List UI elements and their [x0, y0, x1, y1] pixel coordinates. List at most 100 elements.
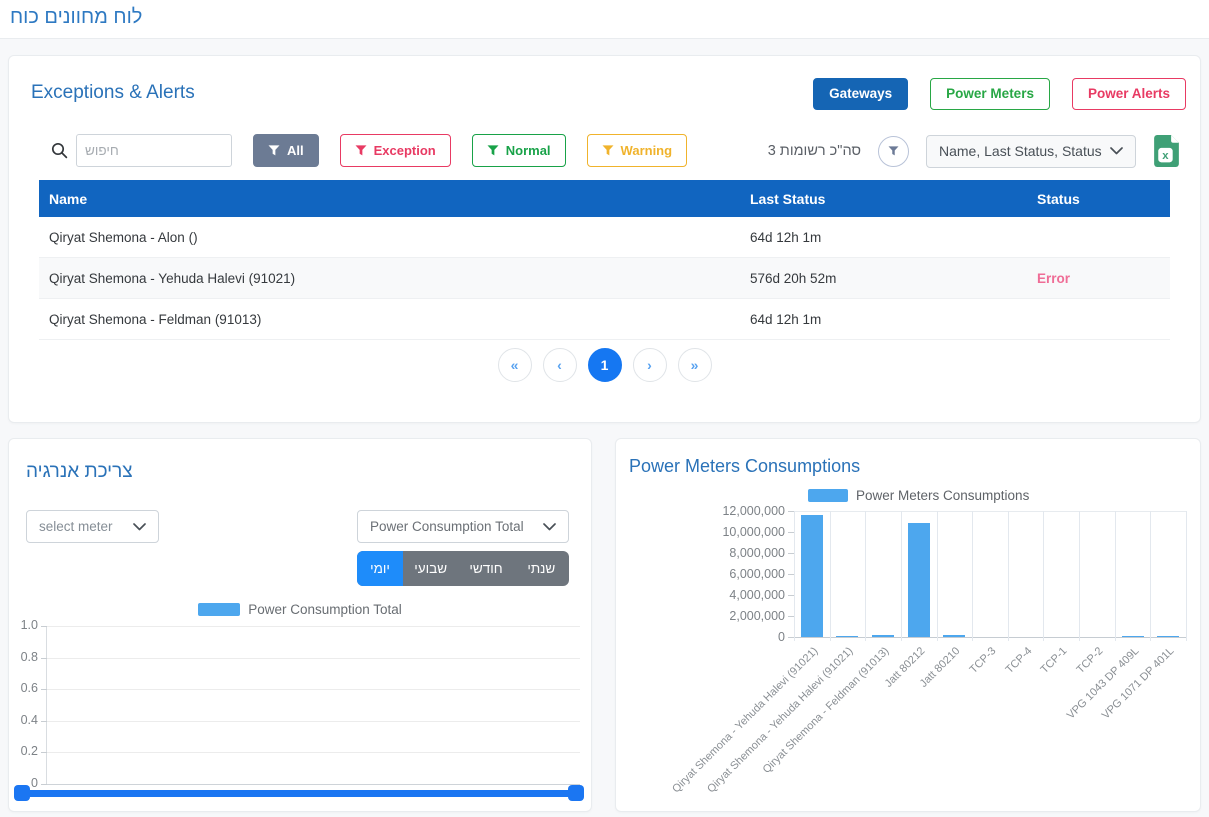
gridline — [1186, 511, 1187, 641]
x-axis-label: TCP-3 — [827, 645, 998, 816]
gridline — [47, 784, 580, 785]
y-axis-label: 0.6 — [5, 681, 38, 695]
y-axis-label: 0 — [695, 630, 785, 644]
table-row[interactable]: Qiryat Shemona - Yehuda Halevi (91021) 5… — [39, 258, 1170, 299]
search-icon — [51, 142, 68, 159]
y-axis-label: 0.8 — [5, 650, 38, 664]
consumption-chart-legend[interactable]: Power Meters Consumptions — [808, 488, 1029, 503]
x-axis-label: Qiryat Shemona - Yehuda Halevi (91021) — [649, 645, 820, 816]
axis-tick — [41, 626, 47, 627]
funnel-icon — [355, 145, 367, 156]
tab-monthly[interactable]: חודשי — [458, 551, 513, 586]
energy-consumption-panel: צריכת אנרגיה select meter Power Consumpt… — [8, 438, 592, 812]
column-filter-button[interactable] — [878, 136, 909, 167]
legend-swatch — [198, 603, 240, 616]
gridline — [972, 511, 973, 641]
metric-select-dropdown[interactable]: Power Consumption Total — [357, 510, 569, 543]
meter-select-dropdown[interactable]: select meter — [26, 510, 159, 543]
pagination-page-1-button[interactable]: 1 — [588, 348, 622, 382]
funnel-icon — [487, 145, 499, 156]
axis-tick — [788, 553, 794, 554]
x-axis-label: VPG 1071 DP 401L — [1005, 645, 1176, 816]
funnel-icon — [602, 145, 614, 156]
pagination-prev-button[interactable]: ‹ — [543, 348, 577, 382]
bar — [872, 635, 894, 637]
cell-name: Qiryat Shemona - Yehuda Halevi (91021) — [39, 271, 740, 286]
y-axis-label: 12,000,000 — [695, 504, 785, 518]
view-switch-buttons: Gateways Power Meters Power Alerts — [813, 78, 1186, 110]
tab-yearly[interactable]: שנתי — [514, 551, 569, 586]
pagination-first-button[interactable]: « — [498, 348, 532, 382]
table-tools-row: סה"כ רשומות 3 Name, Last Status, Status … — [768, 134, 1180, 168]
power-dashboard: לוח מחוונים כוח Exceptions & Alerts Gate… — [0, 0, 1209, 817]
gridline — [901, 511, 902, 641]
gridline — [1115, 511, 1116, 641]
tab-weekly[interactable]: שבועי — [403, 551, 458, 586]
metric-select-value: Power Consumption Total — [370, 519, 524, 534]
columns-dropdown-value: Name, Last Status, Status — [939, 143, 1102, 159]
gateways-button[interactable]: Gateways — [813, 78, 908, 110]
tab-daily[interactable]: יומי — [357, 551, 403, 586]
search-input[interactable] — [76, 134, 232, 167]
power-meters-button[interactable]: Power Meters — [930, 78, 1050, 110]
cell-last-status: 64d 12h 1m — [740, 230, 1027, 245]
meter-select-value: select meter — [39, 519, 113, 534]
power-alerts-button[interactable]: Power Alerts — [1072, 78, 1186, 110]
gridline — [1043, 511, 1044, 641]
filter-exception-label: Exception — [374, 143, 436, 158]
axis-tick — [788, 532, 794, 533]
x-axis-label: VPG 1043 DP 409L — [970, 645, 1141, 816]
gridline — [47, 689, 580, 690]
pagination-next-button[interactable]: › — [633, 348, 667, 382]
slider-handle-right[interactable] — [568, 785, 584, 801]
pagination-last-button[interactable]: » — [678, 348, 712, 382]
x-axis-label: Qiryat Shemona - Yehuda Halevi (91021) — [684, 645, 855, 816]
bar — [836, 636, 858, 637]
axis-tick — [41, 658, 47, 659]
filter-all-label: All — [287, 143, 304, 158]
axis-tick — [788, 595, 794, 596]
bar — [1122, 636, 1144, 637]
legend-label: Power Consumption Total — [248, 602, 402, 617]
bar — [801, 515, 823, 637]
energy-chart-legend[interactable]: Power Consumption Total — [9, 602, 591, 617]
y-axis-label: 4,000,000 — [695, 588, 785, 602]
axis-tick — [788, 616, 794, 617]
filter-all-button[interactable]: All — [253, 134, 319, 167]
funnel-icon — [888, 146, 899, 156]
axis-tick — [788, 574, 794, 575]
total-records-label: סה"כ רשומות 3 — [768, 143, 861, 159]
export-excel-button[interactable]: x — [1153, 134, 1180, 168]
axis-tick — [41, 784, 47, 785]
excel-export-icon: x — [1153, 134, 1180, 168]
svg-text:x: x — [1162, 150, 1169, 162]
alerts-table: Name Last Status Status Qiryat Shemona -… — [39, 180, 1170, 340]
axis-tick — [41, 752, 47, 753]
gridline — [47, 721, 580, 722]
table-row[interactable]: Qiryat Shemona - Alon () 64d 12h 1m — [39, 217, 1170, 258]
chevron-down-icon — [1110, 147, 1123, 155]
filter-normal-button[interactable]: Normal — [472, 134, 566, 167]
power-meters-consumptions-panel: Power Meters Consumptions Power Meters C… — [615, 438, 1201, 812]
filter-warning-button[interactable]: Warning — [587, 134, 688, 167]
axis-tick — [41, 721, 47, 722]
top-bar: לוח מחוונים כוח — [0, 0, 1209, 39]
period-tabs: יומי שבועי חודשי שנתי — [357, 551, 569, 586]
exceptions-alerts-panel: Exceptions & Alerts Gateways Power Meter… — [8, 55, 1201, 423]
pagination: « ‹ 1 › » — [9, 348, 1200, 382]
gridline — [47, 658, 580, 659]
x-axis-label: Qiryat Shemona - Feldman (91013) — [720, 645, 891, 816]
slider-handle-left[interactable] — [14, 785, 30, 801]
gridline — [937, 511, 938, 641]
cell-last-status: 64d 12h 1m — [740, 312, 1027, 327]
columns-dropdown[interactable]: Name, Last Status, Status — [926, 135, 1136, 168]
filter-exception-button[interactable]: Exception — [340, 134, 451, 167]
search-filter-row: All Exception Normal Warning — [51, 134, 687, 167]
gridline — [47, 752, 580, 753]
x-axis-label: Jatt 80210 — [791, 645, 962, 816]
legend-label: Power Meters Consumptions — [856, 488, 1029, 503]
gridline — [47, 626, 580, 627]
table-row[interactable]: Qiryat Shemona - Feldman (91013) 64d 12h… — [39, 299, 1170, 340]
axis-tick — [788, 637, 794, 638]
chart-range-slider[interactable] — [15, 790, 583, 797]
